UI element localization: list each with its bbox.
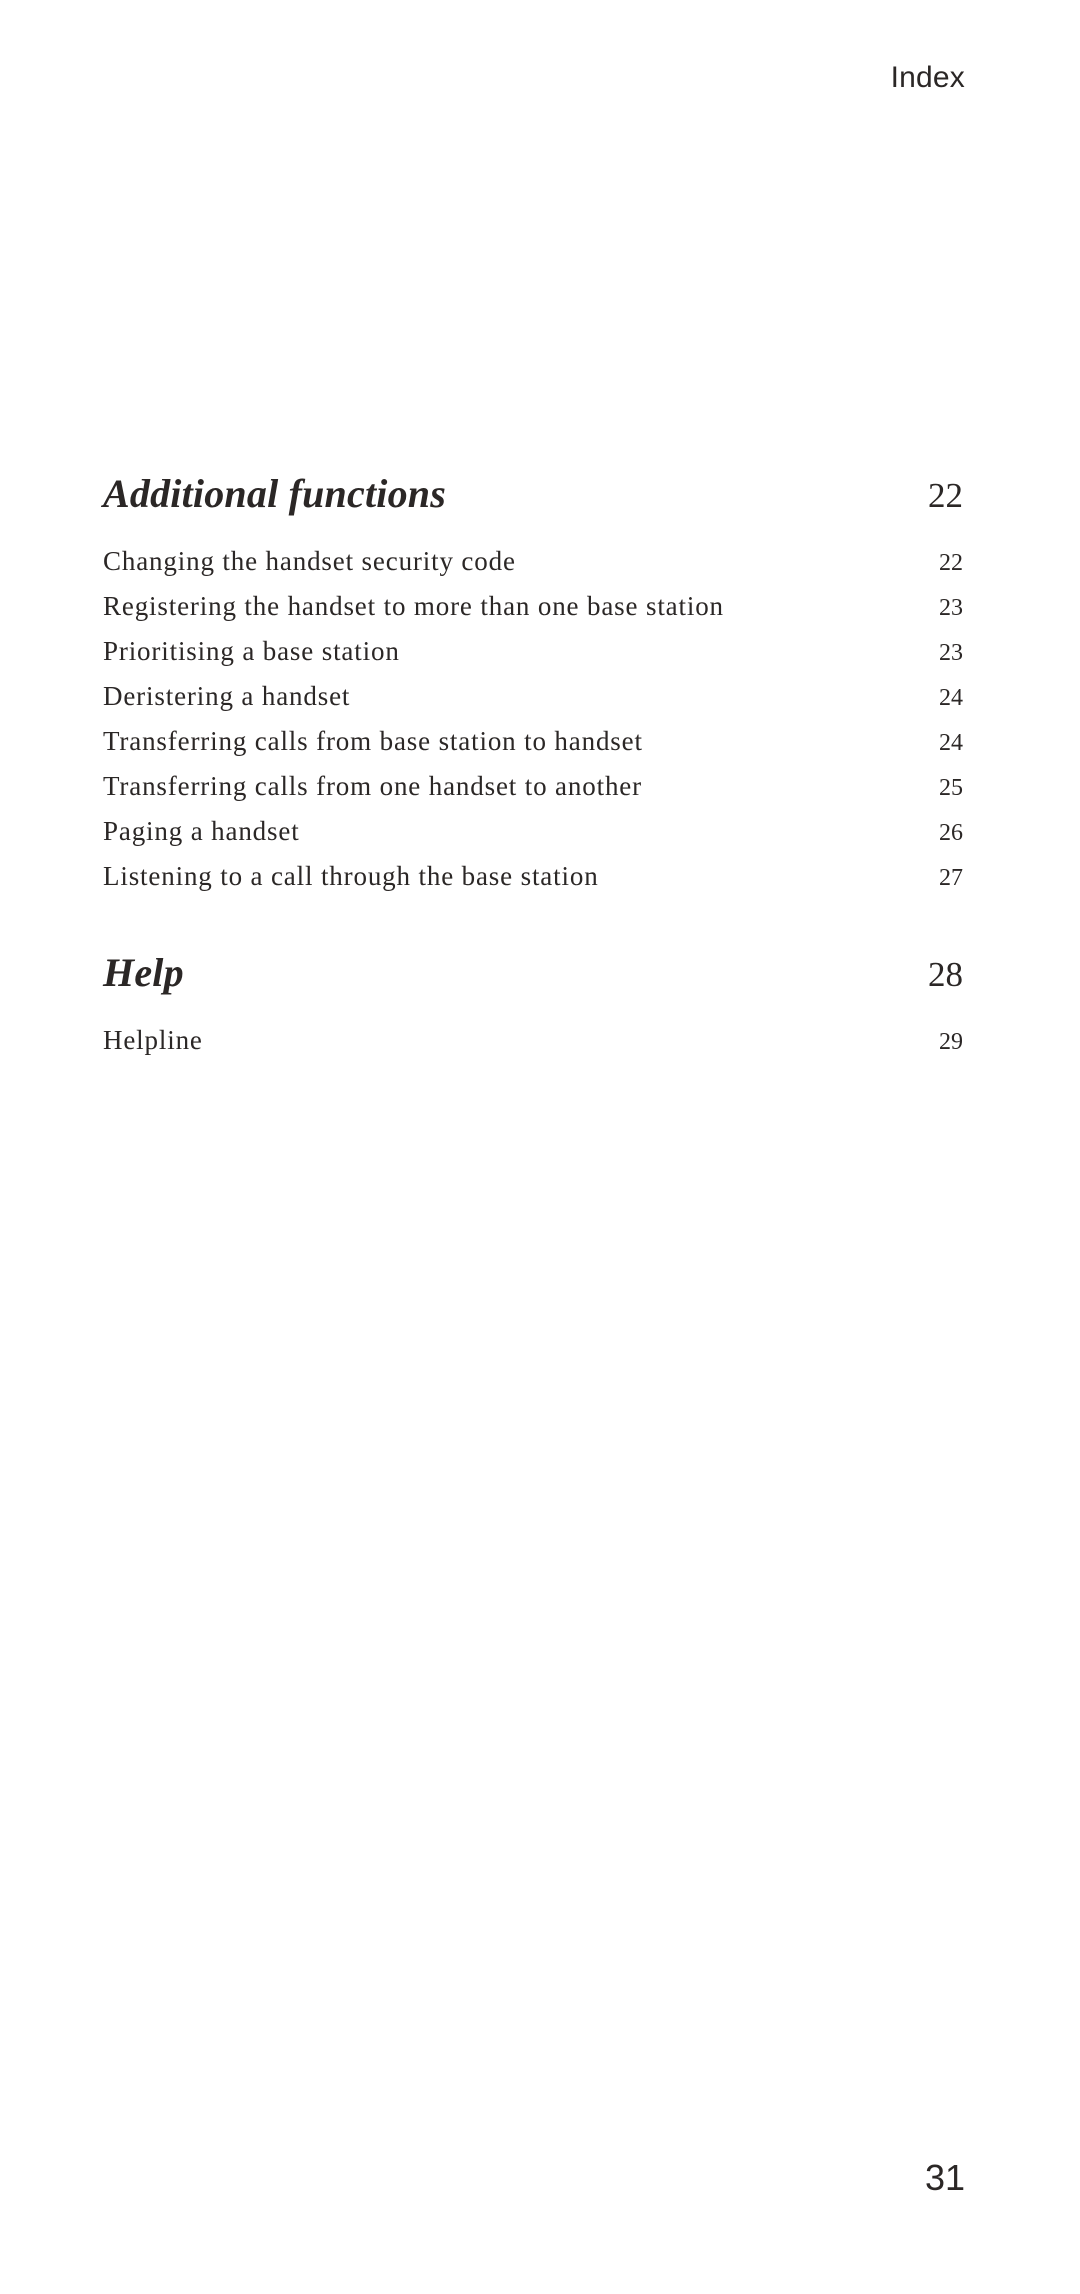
toc-entry[interactable]: Helpline 29 bbox=[103, 1018, 963, 1063]
toc-entry-title: Paging a handset bbox=[103, 815, 300, 846]
toc-entry-page-number: 29 bbox=[939, 1028, 963, 1055]
toc-entry-title: Prioritising a base station bbox=[103, 635, 400, 666]
toc-section: Additional functions 22 Changing the han… bbox=[103, 471, 963, 899]
toc-entry-page-number: 22 bbox=[939, 549, 963, 576]
toc-entry[interactable]: Registering the handset to more than one… bbox=[103, 584, 963, 629]
toc-entry[interactable]: Paging a handset 26 bbox=[103, 809, 963, 854]
toc-entry[interactable]: Deristering a handset 24 bbox=[103, 674, 963, 719]
table-of-contents: Additional functions 22 Changing the han… bbox=[103, 471, 963, 1063]
toc-entry-title: Registering the handset to more than one… bbox=[103, 590, 724, 621]
toc-entry[interactable]: Changing the handset security code 22 bbox=[103, 539, 963, 584]
toc-entry-page-number: 23 bbox=[939, 594, 963, 621]
toc-section-heading[interactable]: Additional functions 22 bbox=[103, 471, 963, 517]
toc-section-title: Help bbox=[103, 949, 184, 995]
toc-entry-page-number: 24 bbox=[939, 684, 963, 711]
toc-entry[interactable]: Transferring calls from one handset to a… bbox=[103, 764, 963, 809]
toc-entry-title: Helpline bbox=[103, 1024, 203, 1055]
toc-entry[interactable]: Prioritising a base station 23 bbox=[103, 629, 963, 674]
toc-entry-page-number: 27 bbox=[939, 864, 963, 891]
toc-entry-page-number: 24 bbox=[939, 729, 963, 756]
toc-entry-list: Helpline 29 bbox=[103, 1018, 963, 1063]
toc-section-heading[interactable]: Help 28 bbox=[103, 949, 963, 996]
toc-entry-title: Listening to a call through the base sta… bbox=[103, 860, 599, 891]
toc-entry[interactable]: Listening to a call through the base sta… bbox=[103, 854, 963, 899]
toc-entry-page-number: 25 bbox=[939, 774, 963, 801]
page-number-footer: 31 bbox=[924, 2157, 965, 2198]
toc-entry-page-number: 23 bbox=[939, 639, 963, 666]
toc-section: Help 28 Helpline 29 bbox=[103, 949, 963, 1063]
toc-entry-title: Changing the handset security code bbox=[103, 545, 516, 576]
toc-section-title: Additional functions bbox=[103, 471, 446, 516]
index-page: Index Additional functions 22 Changing t… bbox=[0, 0, 1080, 2294]
toc-entry-title: Transferring calls from base station to … bbox=[103, 725, 643, 756]
toc-section-page-number: 28 bbox=[928, 954, 963, 994]
toc-section-page-number: 22 bbox=[928, 476, 963, 515]
toc-entry-title: Deristering a handset bbox=[103, 680, 351, 711]
toc-entry-list: Changing the handset security code 22 Re… bbox=[103, 539, 963, 899]
running-header: Index bbox=[890, 61, 965, 94]
toc-entry-page-number: 26 bbox=[939, 819, 963, 846]
toc-entry[interactable]: Transferring calls from base station to … bbox=[103, 719, 963, 764]
toc-entry-title: Transferring calls from one handset to a… bbox=[103, 770, 642, 801]
